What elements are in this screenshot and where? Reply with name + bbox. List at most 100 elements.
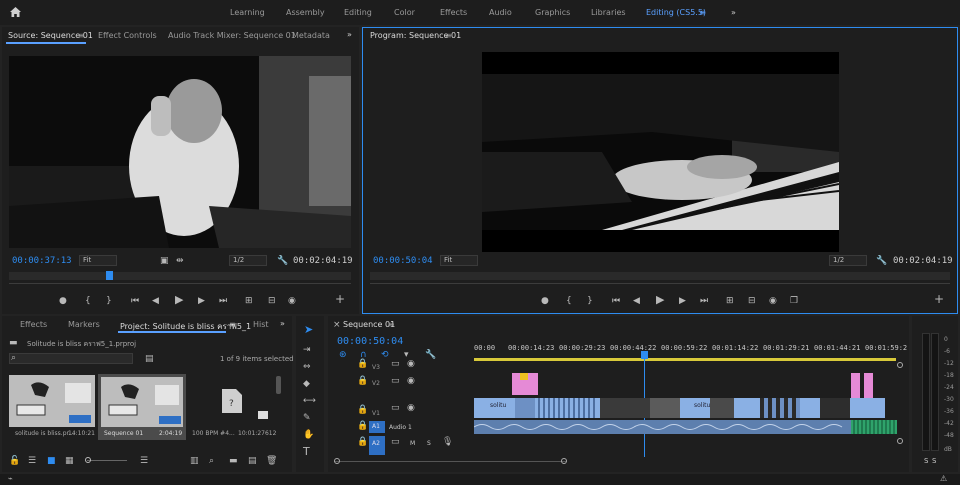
track-lock-icon[interactable]: 🔒: [357, 376, 368, 386]
v1-clip-segment[interactable]: [760, 398, 800, 418]
v1-clip-segment[interactable]: [650, 398, 680, 418]
toggle-sync-icon[interactable]: ▭: [391, 437, 400, 447]
workspace-tab-editing-cs55[interactable]: Editing (CS5.5): [646, 8, 706, 17]
voice-over-record-icon[interactable]: 🎙: [442, 437, 453, 447]
tab-history[interactable]: Hist: [253, 320, 269, 329]
program-scrubber[interactable]: [370, 272, 950, 280]
v1-clip-segment[interactable]: [820, 398, 850, 418]
zoom-slider-handle[interactable]: [85, 457, 91, 463]
home-icon[interactable]: [9, 6, 22, 18]
program-add-button-icon[interactable]: +: [934, 293, 944, 305]
source-settings-wrench-icon[interactable]: 🔧: [277, 256, 288, 266]
mark-out-icon[interactable]: }: [106, 296, 112, 306]
tab-markers[interactable]: Markers: [68, 320, 100, 329]
source-playhead[interactable]: [106, 271, 113, 280]
timeline-vscroll-handle[interactable]: [897, 438, 903, 444]
project-search-input[interactable]: [9, 353, 133, 364]
track-select-tool-icon[interactable]: ⇥: [303, 345, 311, 355]
comparison-view-icon[interactable]: ❐: [790, 296, 798, 306]
program-mark-in-icon[interactable]: {: [566, 296, 572, 306]
extract-icon[interactable]: ⊟: [748, 296, 756, 306]
program-export-frame-icon[interactable]: ◉: [769, 296, 777, 306]
workspace-tab-assembly[interactable]: Assembly: [286, 8, 325, 17]
source-timecode[interactable]: 00:00:37:13: [12, 256, 72, 266]
toggle-output-icon[interactable]: ◉: [407, 376, 415, 386]
toggle-sync-icon[interactable]: ▭: [391, 403, 400, 413]
program-step-back-icon[interactable]: ◀: [633, 296, 640, 306]
program-mark-out-icon[interactable]: }: [587, 296, 593, 306]
new-bin-from-search-icon[interactable]: ▤: [145, 354, 154, 364]
timeline-settings-icon[interactable]: 🔧: [425, 350, 436, 360]
drag-video-icon[interactable]: ⇹: [176, 256, 184, 266]
program-play-icon[interactable]: ▶: [656, 294, 664, 305]
freeform-view-icon[interactable]: ▦: [65, 456, 74, 466]
a1-audio-clip[interactable]: [473, 420, 851, 434]
lift-icon[interactable]: ⊞: [726, 296, 734, 306]
type-tool-icon[interactable]: T: [303, 446, 310, 457]
hand-tool-icon[interactable]: ✋: [303, 430, 314, 440]
overwrite-icon[interactable]: ⊟: [268, 296, 276, 306]
v2-clip-title[interactable]: [864, 373, 873, 399]
v2-clip-title[interactable]: [851, 373, 860, 399]
workspace-overflow-icon[interactable]: »: [731, 8, 736, 17]
timeline-vscroll-handle[interactable]: [897, 362, 903, 368]
razor-tool-icon[interactable]: ◆: [303, 379, 310, 389]
timeline-timecode[interactable]: 00:00:50:04: [337, 336, 403, 347]
source-fit-select[interactable]: Fit: [79, 255, 117, 266]
program-go-to-in-icon[interactable]: ⏮: [612, 296, 620, 306]
program-zoom-bar[interactable]: [370, 283, 950, 284]
mark-in-icon[interactable]: {: [85, 296, 91, 306]
workspace-tab-effects[interactable]: Effects: [440, 8, 467, 17]
find-icon[interactable]: ⌕: [209, 456, 214, 466]
v1-clip-segment[interactable]: [600, 398, 650, 418]
program-step-forward-icon[interactable]: ▶: [679, 296, 686, 306]
track-a1-source-patch[interactable]: A1: [369, 421, 385, 433]
export-frame-icon[interactable]: ◉: [288, 296, 296, 306]
step-back-icon[interactable]: ◀: [152, 296, 159, 306]
source-overflow-icon[interactable]: »: [347, 30, 352, 39]
insert-icon[interactable]: ⊞: [245, 296, 253, 306]
program-video-frame[interactable]: [482, 52, 839, 252]
automate-to-sequence-icon[interactable]: ▥: [190, 456, 199, 466]
track-lock-icon[interactable]: 🔒: [357, 359, 368, 369]
trash-icon[interactable]: 🗑: [266, 456, 277, 466]
mute-track-button[interactable]: M: [410, 440, 415, 447]
program-settings-wrench-icon[interactable]: 🔧: [876, 256, 887, 266]
v1-clip-segment[interactable]: [515, 398, 535, 418]
tab-effect-controls[interactable]: Effect Controls: [98, 31, 157, 40]
pen-tool-icon[interactable]: ✎: [303, 413, 311, 423]
program-go-to-out-icon[interactable]: ⏭: [700, 296, 708, 306]
icon-view-icon[interactable]: ■: [47, 456, 56, 466]
a1-audio-clip-green[interactable]: [851, 420, 897, 434]
track-a2-source-patch[interactable]: A2: [369, 436, 385, 455]
track-lock-icon[interactable]: 🔒: [357, 421, 368, 431]
v1-clip-segment[interactable]: [538, 398, 598, 418]
source-scrubber[interactable]: [9, 272, 351, 280]
play-icon[interactable]: ▶: [175, 294, 183, 305]
go-to-out-icon[interactable]: ⏭: [219, 296, 227, 306]
step-forward-icon[interactable]: ▶: [198, 296, 205, 306]
source-add-button-icon[interactable]: +: [335, 293, 345, 305]
workspace-tab-libraries[interactable]: Libraries: [591, 8, 626, 17]
toggle-sync-icon[interactable]: ▭: [391, 376, 400, 386]
timeline-horizontal-scrollbar[interactable]: [334, 461, 566, 462]
source-resolution-select[interactable]: 1/2: [229, 255, 267, 266]
v1-clip-segment[interactable]: [710, 398, 734, 418]
zoom-slider[interactable]: [87, 460, 127, 461]
toggle-output-icon[interactable]: ◉: [407, 359, 415, 369]
selection-tool-icon[interactable]: ➤: [304, 324, 313, 335]
track-lock-icon[interactable]: 🔒: [357, 437, 368, 447]
program-fit-select[interactable]: Fit: [440, 255, 478, 266]
source-zoom-bar[interactable]: [9, 283, 351, 284]
linked-selection-icon[interactable]: ⟲: [381, 350, 389, 360]
tab-effects[interactable]: Effects: [20, 320, 47, 329]
workspace-tab-audio[interactable]: Audio: [489, 8, 512, 17]
add-marker-icon[interactable]: ●: [59, 296, 67, 306]
bin-item-thumbnail[interactable]: ?: [192, 375, 276, 427]
source-menu-icon[interactable]: ≡: [78, 31, 85, 40]
nest-sequences-icon[interactable]: ⊛: [339, 350, 347, 360]
solo-right-button[interactable]: S: [932, 457, 936, 465]
workspace-tab-color[interactable]: Color: [394, 8, 415, 17]
new-item-icon[interactable]: ▤: [248, 456, 257, 466]
project-scrollbar[interactable]: [276, 376, 281, 394]
